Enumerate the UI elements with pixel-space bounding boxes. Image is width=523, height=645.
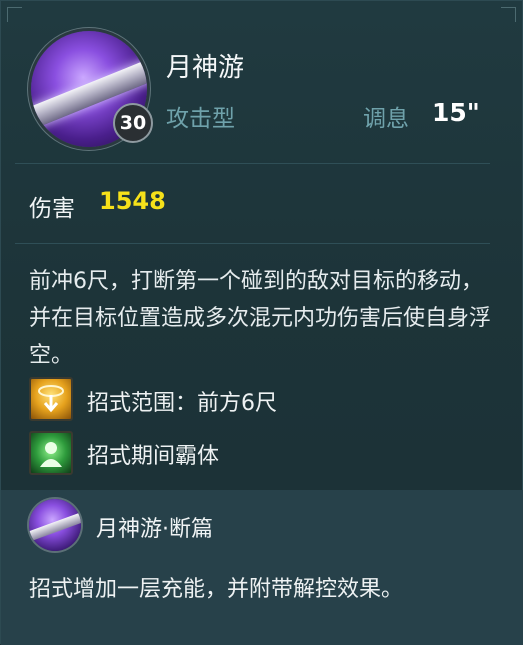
feature-armor-text: 招式期间霸体 (87, 444, 220, 469)
feature-range-text: 招式范围：前方6尺 (87, 391, 277, 416)
super-armor-icon (29, 431, 73, 475)
skill-description: 前冲6尺，打断第一个碰到的敌对目标的移动，并在目标位置造成多次混元内功伤害后使自… (29, 269, 492, 368)
extension-name: 月神游·断篇 (96, 517, 213, 542)
damage-value: 1548 (99, 187, 166, 215)
divider (15, 163, 490, 164)
cooldown-label: 调息 (363, 106, 409, 132)
moon-blade-skill-icon (29, 499, 81, 551)
frame-corner (7, 7, 22, 22)
cooldown-value: 15" (432, 98, 480, 127)
frame-corner (501, 7, 516, 22)
range-icon (29, 377, 73, 421)
extension-description: 招式增加一层充能，并附带解控效果。 (29, 577, 404, 602)
skill-name: 月神游 (166, 53, 245, 83)
skill-type: 攻击型 (166, 106, 235, 132)
blade-graphic (29, 509, 81, 543)
damage-label: 伤害 (29, 196, 75, 222)
skill-tooltip-panel: 30 月神游 攻击型 调息 15" 伤害 1548 前冲6尺，打断第一个碰到的敌… (0, 0, 523, 645)
divider (15, 243, 490, 244)
skill-level-badge: 30 (113, 103, 153, 143)
